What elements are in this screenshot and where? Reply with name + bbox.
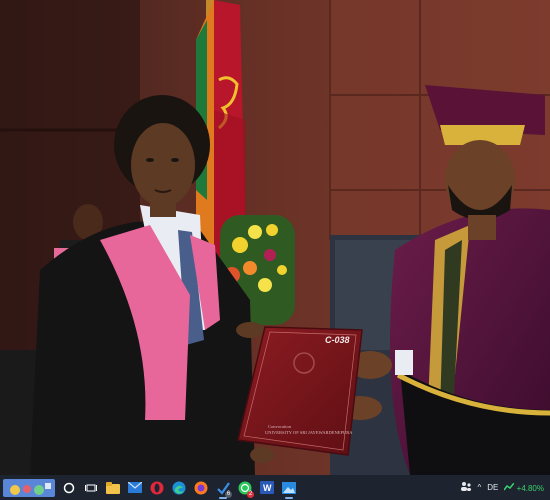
todo-badge: 6 <box>225 491 232 498</box>
language-indicator[interactable]: DE <box>487 483 498 492</box>
edge-icon[interactable] <box>168 475 190 500</box>
todo-check-icon[interactable]: 6 <box>212 475 234 500</box>
mail-icon[interactable] <box>124 475 146 500</box>
certificate-code: C-038 <box>325 335 350 345</box>
stock-widget[interactable]: +4.80% <box>503 482 544 493</box>
whatsapp-icon[interactable]: 2 <box>234 475 256 500</box>
whatsapp-badge: 2 <box>247 491 254 498</box>
tray-chevron-icon[interactable]: ^ <box>478 483 482 492</box>
file-explorer-icon[interactable] <box>102 475 124 500</box>
firefox-icon[interactable] <box>190 475 212 500</box>
search-widget-icon[interactable] <box>0 475 58 500</box>
graduation-scene: C-038 Convocation UNIVERSITY OF SRI JAYE… <box>0 0 550 475</box>
svg-text:W: W <box>263 483 272 493</box>
stock-change: +4.80% <box>516 483 544 493</box>
system-tray: ^ DE +4.80% <box>460 475 550 500</box>
windows-taskbar: 6 2 W ^ DE +4.80% <box>0 475 550 500</box>
opera-icon[interactable] <box>146 475 168 500</box>
graduation-photo: C-038 Convocation UNIVERSITY OF SRI JAYE… <box>0 0 550 475</box>
photos-icon[interactable] <box>278 475 300 500</box>
stock-trend-icon <box>503 482 515 490</box>
certificate-line1: Convocation <box>268 424 292 429</box>
cortana-circle-icon[interactable] <box>58 475 80 500</box>
people-icon[interactable] <box>460 481 472 494</box>
word-icon[interactable]: W <box>256 475 278 500</box>
certificate-line2: UNIVERSITY OF SRI JAYEWARDENEPURA <box>265 430 353 435</box>
task-view-icon[interactable] <box>80 475 102 500</box>
